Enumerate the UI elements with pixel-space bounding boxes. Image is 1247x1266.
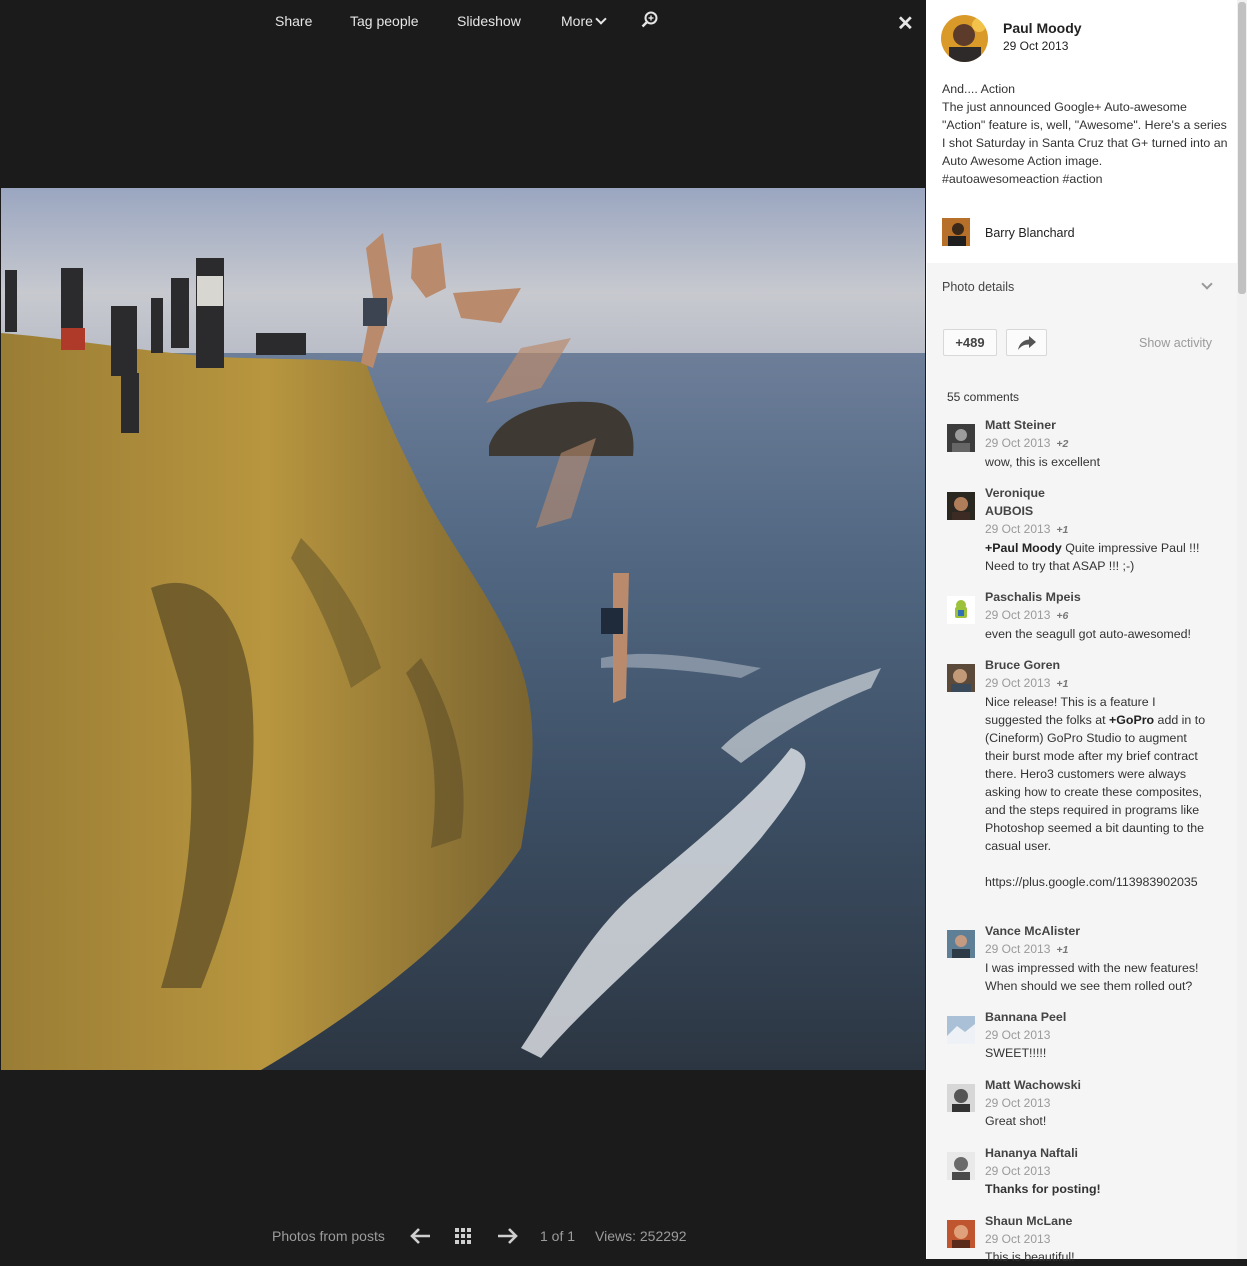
main-photo: [1, 188, 925, 1070]
comment-text: add in to (Cineform) GoPro Studio to aug…: [985, 713, 1206, 853]
slideshow-button[interactable]: Slideshow: [457, 13, 521, 29]
search-zoom-icon[interactable]: [641, 11, 659, 32]
post-hashtags[interactable]: #autoawesomeaction #action: [942, 170, 1234, 188]
commenter-avatar[interactable]: [947, 1016, 975, 1044]
comment-text: SWEET!!!!!: [985, 1046, 1047, 1060]
comment-date[interactable]: 29 Oct 2013: [985, 436, 1050, 450]
view-count: Views: 252292: [595, 1228, 687, 1244]
comment-mention[interactable]: +Paul Moody: [985, 541, 1062, 555]
post-line: I shot Saturday in Santa Cruz that G+ tu…: [942, 136, 1228, 150]
commenter-avatar[interactable]: [947, 596, 975, 624]
comment-date[interactable]: 29 Oct 2013: [985, 676, 1050, 690]
plus-one-button[interactable]: +489: [943, 329, 997, 356]
commenter-name[interactable]: Veronique AUBOIS: [985, 484, 1212, 520]
commenter-avatar[interactable]: [947, 492, 975, 520]
tagged-person-name[interactable]: Barry Blanchard: [985, 226, 1075, 240]
commenter-name[interactable]: Vance McAlister: [985, 922, 1212, 940]
commenter-name[interactable]: Paschalis Mpeis: [985, 588, 1212, 606]
share-post-button[interactable]: [1006, 329, 1047, 356]
comment-date[interactable]: 29 Oct 2013: [985, 1164, 1050, 1178]
post-line: "Action" feature is, well, "Awesome". He…: [942, 118, 1227, 132]
commenter-name[interactable]: Matt Steiner: [985, 416, 1212, 434]
show-activity-link[interactable]: Show activity: [1139, 336, 1212, 350]
author-name[interactable]: Paul Moody: [1003, 20, 1082, 36]
commenter-avatar[interactable]: [947, 1220, 975, 1248]
comment-text: I was impressed with the new features! W…: [985, 961, 1199, 993]
post-date[interactable]: 29 Oct 2013: [1003, 39, 1068, 53]
share-arrow-icon: [1018, 336, 1036, 355]
commenter-name[interactable]: Bruce Goren: [985, 656, 1212, 674]
comment-date[interactable]: 29 Oct 2013: [985, 1028, 1050, 1042]
comment-date[interactable]: 29 Oct 2013: [985, 1096, 1050, 1110]
commenter-avatar[interactable]: [947, 1152, 975, 1180]
tagged-person-avatar[interactable]: [942, 218, 970, 246]
viewer-footer: Photos from posts 1 of 1 Views: 252292: [0, 1218, 926, 1256]
comment-mention[interactable]: +GoPro: [1109, 713, 1154, 727]
commenter-name[interactable]: Bannana Peel: [985, 1008, 1212, 1026]
comment-text: Thanks for posting!: [985, 1182, 1101, 1196]
close-icon[interactable]: ✕: [897, 11, 914, 36]
commenter-name[interactable]: Hananya Naftali: [985, 1144, 1212, 1162]
tag-people-button[interactable]: Tag people: [350, 13, 419, 29]
comment-date[interactable]: 29 Oct 2013: [985, 608, 1050, 622]
comment-date[interactable]: 29 Oct 2013: [985, 942, 1050, 956]
commenter-avatar[interactable]: [947, 1084, 975, 1112]
commenter-avatar[interactable]: [947, 664, 975, 692]
viewer-toolbar: Share Tag people Slideshow More: [0, 0, 926, 44]
post-line: The just announced Google+ Auto-awesome: [942, 100, 1187, 114]
comment-plus-count: +6: [1056, 610, 1069, 622]
post-line: And.... Action: [942, 82, 1016, 96]
comment-plus-count: +1: [1056, 678, 1069, 690]
commenter-avatar[interactable]: [947, 930, 975, 958]
post-line: Auto Awesome Action image.: [942, 154, 1103, 168]
commenter-name[interactable]: Shaun McLane: [985, 1212, 1212, 1230]
photos-from-posts-link[interactable]: Photos from posts: [272, 1228, 385, 1244]
more-label: More: [561, 13, 593, 29]
share-button[interactable]: Share: [275, 13, 312, 29]
comment-text: wow, this is excellent: [985, 455, 1101, 469]
more-button[interactable]: More: [561, 13, 607, 29]
grid-icon[interactable]: [455, 1228, 472, 1248]
arrow-left-icon[interactable]: [410, 1227, 431, 1248]
comment-date[interactable]: 29 Oct 2013: [985, 1232, 1050, 1246]
comment-text: This is beautiful!: [985, 1250, 1075, 1264]
commenter-avatar[interactable]: [947, 424, 975, 452]
chevron-down-icon: [595, 13, 607, 25]
comment-plus-count: +2: [1056, 438, 1069, 450]
author-avatar[interactable]: [941, 15, 988, 62]
comment-plus-count: +1: [1056, 524, 1069, 536]
photo-viewer: Share Tag people Slideshow More ✕ Photos…: [0, 0, 926, 1259]
photo-position: 1 of 1: [540, 1228, 576, 1244]
comment-text: Great shot!: [985, 1114, 1047, 1128]
comment-text: even the seagull got auto-awesomed!: [985, 627, 1191, 641]
arrow-right-icon[interactable]: [497, 1227, 518, 1248]
commenter-name[interactable]: Matt Wachowski: [985, 1076, 1212, 1094]
comment-date[interactable]: 29 Oct 2013: [985, 522, 1050, 536]
post-description: And.... Action The just announced Google…: [942, 80, 1234, 188]
photo-details-label: Photo details: [942, 280, 1015, 294]
comment-link[interactable]: https://plus.google.com/113983902035: [985, 873, 1211, 891]
comment-plus-count: +1: [1056, 944, 1069, 956]
comments-count: 55 comments: [947, 390, 1020, 404]
sidebar-scrollbar-thumb[interactable]: [1238, 2, 1246, 294]
